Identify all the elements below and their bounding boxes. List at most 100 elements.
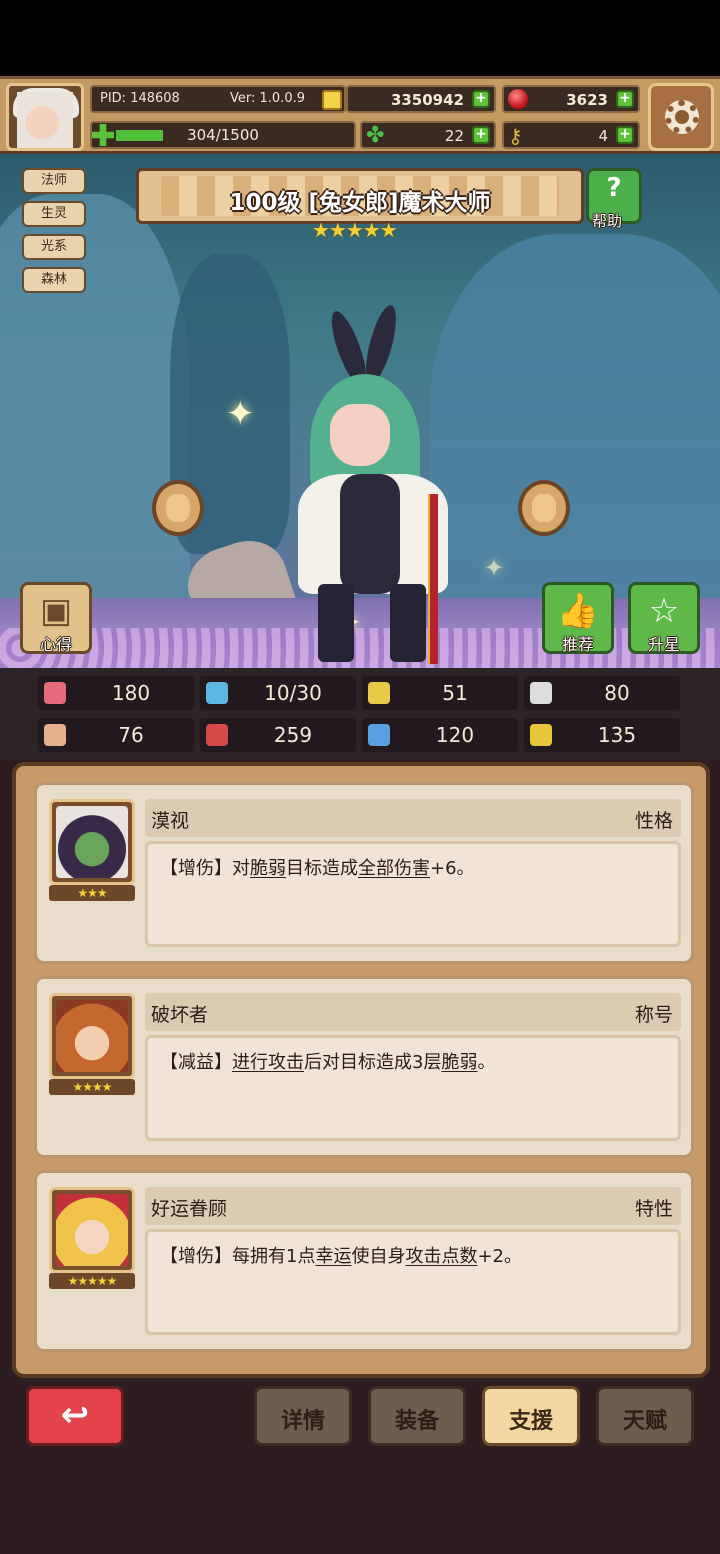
question-mark-icon: ? <box>606 173 622 203</box>
notes-button[interactable]: ▣ 心得 <box>20 582 92 654</box>
add-gems-button[interactable]: + <box>616 90 634 108</box>
status-bar-area <box>0 0 720 76</box>
notes-label: 心得 <box>39 635 72 654</box>
stat-strength: 76 <box>38 718 194 752</box>
sparkle-icon: ✦ <box>226 394 255 434</box>
skill-description: 【增伤】每拥有1点幸运使自身攻击点数+2。 <box>160 1246 522 1267</box>
app-root: PID: 148608 Ver: 1.0.0.9 3350942 + 3623 … <box>0 0 720 1554</box>
skill-portrait <box>49 799 135 885</box>
tag-mage[interactable]: 法师 <box>22 168 86 194</box>
skill-name: 漠视 <box>151 810 190 832</box>
gem-amount: 3623 <box>566 91 608 109</box>
tag-forest[interactable]: 森林 <box>22 267 86 293</box>
stamina-counter: 304/1500 <box>90 121 356 149</box>
skill-card[interactable]: ★★★ 漠视 性格 【增伤】对脆弱目标造成全部伤害+6。 <box>34 782 694 964</box>
fist-icon <box>44 724 66 746</box>
stat-intelligence: 259 <box>200 718 356 752</box>
boot-icon <box>368 724 390 746</box>
hero-character[interactable] <box>290 302 460 664</box>
skill-portrait <box>49 993 135 1079</box>
keyword-link[interactable]: 幸运 <box>315 1246 351 1267</box>
back-button[interactable]: ↩ <box>26 1386 124 1446</box>
recommend-label: 推荐 <box>561 635 594 654</box>
star-up-label: 升星 <box>647 635 680 654</box>
thumbs-up-icon: 👍 <box>556 591 600 631</box>
star-icon: ☆ <box>648 591 680 631</box>
tab-details[interactable]: 详情 <box>254 1386 352 1446</box>
settings-button[interactable] <box>648 83 714 151</box>
clover-counter: ✤ 22 + <box>360 121 496 149</box>
clover-amount: 22 <box>444 127 464 145</box>
add-gold-button[interactable]: + <box>472 90 490 108</box>
skill-type: 特性 <box>634 1198 673 1220</box>
keyword-link[interactable]: 全部伤害 <box>358 858 430 879</box>
portrait-stars: ★★★★ <box>49 1079 135 1095</box>
skill-name: 破坏者 <box>151 1004 209 1026</box>
skill-description: 【减益】进行攻击后对目标造成3层脆弱。 <box>160 1052 496 1073</box>
stat-hp: 180 <box>38 676 194 710</box>
heart-rune-right[interactable] <box>518 480 570 536</box>
spellbook-icon <box>206 724 228 746</box>
keyword-link[interactable]: 脆弱 <box>250 858 286 879</box>
skill-name: 好运眷顾 <box>151 1198 228 1220</box>
add-key-button[interactable]: + <box>616 126 634 144</box>
key-amount: 4 <box>598 127 608 145</box>
return-arrow-icon: ↩ <box>60 1395 90 1435</box>
skill-card[interactable]: ★★★★★ 好运眷顾 特性 【增伤】每拥有1点幸运使自身攻击点数+2。 <box>34 1170 694 1352</box>
stat-speed: 80 <box>524 676 680 710</box>
key-counter: ⚷ 4 + <box>502 121 640 149</box>
stat-defense: 51 <box>362 676 518 710</box>
heart-icon <box>44 682 66 704</box>
stat-agility: 120 <box>362 718 518 752</box>
keyword-link[interactable]: 攻击点数 <box>405 1246 477 1267</box>
ruby-gem-icon <box>508 89 528 109</box>
hero-tags: 法师 生灵 光系 森林 <box>22 168 86 300</box>
tag-light[interactable]: 光系 <box>22 234 86 260</box>
game-version: Ver: 1.0.0.9 <box>230 91 305 106</box>
heart-rune-left[interactable] <box>152 480 204 536</box>
skill-description-box: 【减益】进行攻击后对目标造成3层脆弱。 <box>145 1035 681 1141</box>
gem-counter: 3623 + <box>502 85 640 113</box>
skill-header: 破坏者 称号 <box>145 993 681 1031</box>
sparkle-icon: ✦ <box>484 554 505 582</box>
gold-amount: 3350942 <box>390 91 464 109</box>
player-id: PID: 148608 <box>100 91 180 106</box>
keyword-link[interactable]: 脆弱 <box>441 1052 477 1073</box>
stat-luck: 135 <box>524 718 680 752</box>
tag-living[interactable]: 生灵 <box>22 201 86 227</box>
skill-description: 【增伤】对脆弱目标造成全部伤害+6。 <box>160 858 475 879</box>
player-info-panel: PID: 148608 Ver: 1.0.0.9 <box>90 85 346 113</box>
clover-icon: ✤ <box>366 123 385 148</box>
skill-card[interactable]: ★★★★ 破坏者 称号 【减益】进行攻击后对目标造成3层脆弱。 <box>34 976 694 1158</box>
support-skills-panel: ★★★ 漠视 性格 【增伤】对脆弱目标造成全部伤害+6。 ★★★★ 破坏者 称号 <box>12 762 710 1378</box>
skill-description-box: 【增伤】对脆弱目标造成全部伤害+6。 <box>145 841 681 947</box>
skill-header: 漠视 性格 <box>145 799 681 837</box>
tab-equipment[interactable]: 装备 <box>368 1386 466 1446</box>
portrait-stars: ★★★ <box>49 885 135 901</box>
skill-type: 性格 <box>634 810 673 832</box>
tab-talent[interactable]: 天赋 <box>596 1386 694 1446</box>
wing-icon <box>530 682 552 704</box>
add-clover-button[interactable]: + <box>472 126 490 144</box>
top-resource-bar: PID: 148608 Ver: 1.0.0.9 3350942 + 3623 … <box>0 76 720 154</box>
horseshoe-icon <box>530 724 552 746</box>
star-up-button[interactable]: ☆ 升星 <box>628 582 700 654</box>
hero-star-rating: ★★★★★ <box>312 218 398 242</box>
skill-portrait <box>49 1187 135 1273</box>
tab-support[interactable]: 支援 <box>482 1386 580 1446</box>
keyword-link[interactable]: 进行攻击 <box>232 1052 304 1073</box>
skill-type: 称号 <box>634 1004 673 1026</box>
help-label: 帮助 <box>592 212 623 230</box>
hero-title: 100级 [兔女郎]魔术大师 <box>229 190 491 216</box>
hero-title-banner: 100级 [兔女郎]魔术大师 <box>136 168 584 224</box>
portrait-stars: ★★★★★ <box>49 1273 135 1289</box>
skill-description-box: 【增伤】每拥有1点幸运使自身攻击点数+2。 <box>145 1229 681 1335</box>
hero-stats: 180 10/30 51 80 76 259 120 135 <box>0 668 720 760</box>
water-drop-icon <box>206 682 228 704</box>
gold-counter: 3350942 + <box>346 85 496 113</box>
hero-scene: 法师 生灵 光系 森林 100级 [兔女郎]魔术大师 ★★★★★ ? 帮助 ✦ … <box>0 154 720 668</box>
stat-mana: 10/30 <box>200 676 356 710</box>
player-avatar[interactable] <box>6 83 84 151</box>
stamina-amount: 304/1500 <box>187 126 259 144</box>
recommend-button[interactable]: 👍 推荐 <box>542 582 614 654</box>
